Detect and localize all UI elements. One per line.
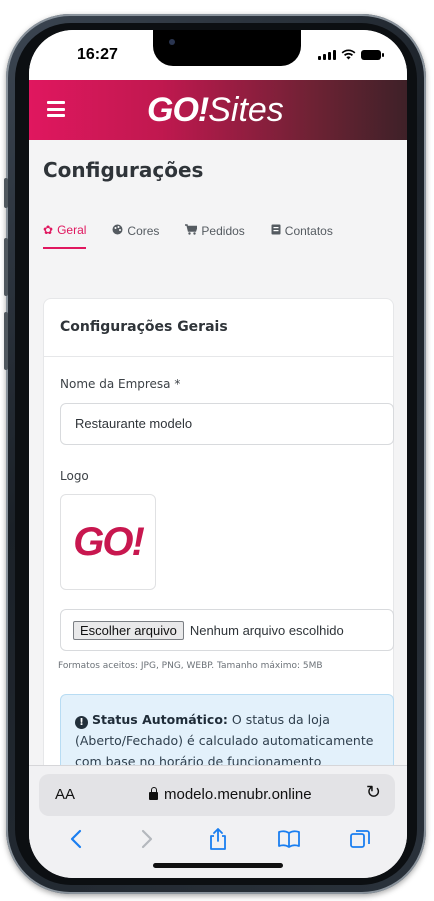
tab-geral[interactable]: ✿ Geral xyxy=(43,223,87,249)
gear-icon: ✿ xyxy=(43,223,54,237)
address-bar[interactable]: AA modelo.menubr.online ↻ xyxy=(39,774,395,816)
forward-icon[interactable] xyxy=(132,829,162,854)
file-format-hint: Formatos aceitos: JPG, PNG, WEBP. Tamanh… xyxy=(58,661,323,671)
browser-toolbar xyxy=(29,826,407,856)
back-icon[interactable] xyxy=(61,829,91,854)
url-text: modelo.menubr.online xyxy=(164,786,312,803)
app-header: GO! Sites xyxy=(29,80,407,140)
tab-label: Contatos xyxy=(284,224,333,238)
tab-pedidos[interactable]: Pedidos xyxy=(185,224,245,248)
contact-card-icon xyxy=(271,224,281,238)
status-time: 16:27 xyxy=(77,46,118,63)
file-status-text: Nenhum arquivo escolhido xyxy=(189,622,344,638)
lock-icon xyxy=(149,787,158,800)
bookmarks-icon[interactable] xyxy=(274,829,304,854)
cellular-signal-icon xyxy=(318,50,336,60)
silent-switch xyxy=(4,178,8,208)
status-bar: 16:27 xyxy=(29,30,407,80)
volume-up-button xyxy=(4,238,8,296)
logo-label: Logo xyxy=(60,469,89,483)
tab-label: Geral xyxy=(57,223,87,237)
choose-file-button[interactable]: Escolher arquivo xyxy=(73,620,184,640)
tab-label: Cores xyxy=(127,224,160,238)
wifi-icon xyxy=(341,49,356,60)
cart-icon xyxy=(185,224,199,238)
logo-light-text: Sites xyxy=(208,90,284,129)
menu-icon[interactable] xyxy=(47,101,65,117)
status-icons xyxy=(318,49,384,60)
tabs-icon[interactable] xyxy=(345,829,375,854)
alert-title: Status Automático: xyxy=(91,712,228,727)
tab-contatos[interactable]: Contatos xyxy=(271,224,333,248)
reload-icon[interactable]: ↻ xyxy=(366,782,381,803)
logo-preview-image: GO! xyxy=(60,494,156,590)
tab-label: Pedidos xyxy=(201,224,245,238)
logo-preview-text: GO! xyxy=(73,519,145,564)
battery-icon xyxy=(361,50,384,60)
palette-icon xyxy=(112,224,123,238)
general-settings-card: Configurações Gerais Nome da Empresa * R… xyxy=(43,298,394,765)
info-icon: ! xyxy=(75,716,88,729)
page-title: Configurações xyxy=(43,158,204,182)
url-display[interactable]: modelo.menubr.online xyxy=(149,786,312,803)
logo-bold-text: GO! xyxy=(147,90,209,129)
volume-down-button xyxy=(4,312,8,370)
company-name-input[interactable]: Restaurante modelo xyxy=(60,403,394,445)
phone-screen: 16:27 GO! Sites Configurações ✿ Geral Co… xyxy=(29,30,407,878)
brand-logo[interactable]: GO! Sites xyxy=(147,88,284,132)
logo-file-input[interactable]: Escolher arquivo Nenhum arquivo escolhid… xyxy=(60,609,394,651)
company-name-label: Nome da Empresa * xyxy=(60,377,181,391)
share-icon[interactable] xyxy=(203,827,233,855)
notch xyxy=(153,30,301,66)
card-title: Configurações Gerais xyxy=(44,299,393,357)
tab-cores[interactable]: Cores xyxy=(112,224,159,248)
page-content: Configurações ✿ Geral Cores Pedidos Cont… xyxy=(29,140,407,765)
reader-text-size-button[interactable]: AA xyxy=(55,786,75,803)
front-camera xyxy=(169,39,175,45)
settings-tabs: ✿ Geral Cores Pedidos Contatos xyxy=(43,218,395,254)
browser-bottom-bar: AA modelo.menubr.online ↻ xyxy=(29,765,407,878)
home-indicator xyxy=(153,863,283,868)
auto-status-alert: ! Status Automático: O status da loja (A… xyxy=(60,694,394,765)
